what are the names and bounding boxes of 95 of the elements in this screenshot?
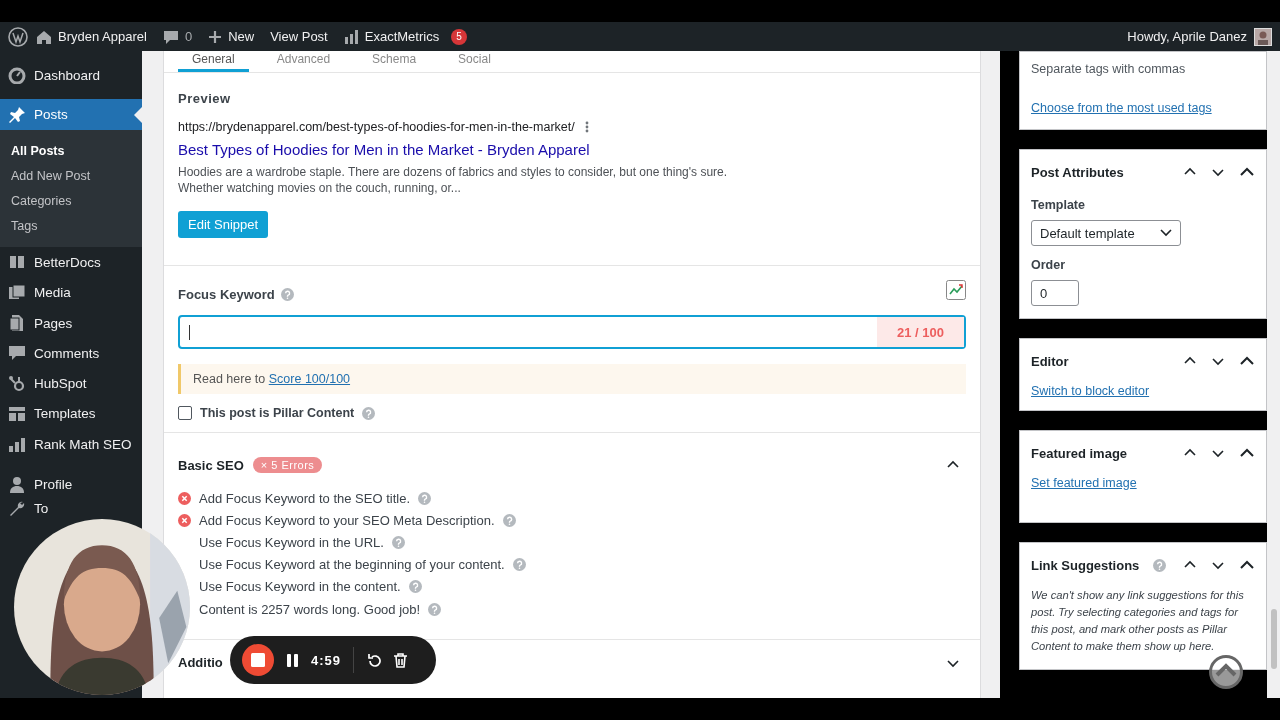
order-input[interactable]: 0	[1031, 280, 1079, 306]
box-title: Link Suggestions	[1031, 557, 1140, 573]
scroll-to-top-icon[interactable]	[1209, 655, 1243, 689]
seo-check-text: Use Focus Keyword in the URL.	[199, 534, 384, 550]
pause-icon[interactable]	[286, 652, 299, 668]
plus-icon	[208, 29, 223, 44]
layout-icon	[8, 404, 26, 423]
collapse-icon[interactable]	[1239, 355, 1255, 367]
submenu-item[interactable]: All Posts	[0, 139, 142, 165]
wordpress-logo-icon[interactable]	[8, 26, 28, 47]
tab[interactable]: General	[178, 52, 249, 72]
media-icon	[8, 283, 26, 302]
restart-icon[interactable]	[366, 652, 382, 668]
pages-icon	[8, 314, 26, 333]
notice-text: Read here to Score 100/100	[178, 364, 966, 394]
tab[interactable]: Schema	[358, 52, 431, 72]
user-avatar-icon[interactable]	[1254, 27, 1272, 46]
submenu-item[interactable]: Tags	[0, 214, 142, 240]
chevron-down-icon[interactable]	[1211, 166, 1225, 178]
section-heading: Additio	[178, 655, 223, 671]
link-suggestions-text: We can't show any link suggestions for this post. Try selecting categories and tags for this post, and mark other posts as Pillar Content to make them show up here.	[1031, 588, 1245, 654]
sidebar-menu-item[interactable]: Posts	[0, 99, 142, 131]
comment-bubble-icon	[8, 344, 26, 363]
wrench-icon	[8, 499, 26, 518]
collapse-icon[interactable]	[1239, 166, 1255, 178]
trash-icon[interactable]	[393, 652, 409, 668]
seo-check-text: Content is 2257 words long. Good job!	[199, 601, 421, 617]
user-icon	[8, 475, 26, 494]
new-link[interactable]: New	[200, 29, 263, 44]
sidebar-menu-item[interactable]: Profile	[0, 469, 142, 500]
gauge-icon	[8, 66, 26, 85]
submenu-item[interactable]: Categories	[0, 189, 142, 215]
site-name-link[interactable]: Bryden Apparel	[28, 28, 155, 45]
view-post-link[interactable]: View Post	[262, 29, 336, 44]
seo-check-text: Add Focus Keyword to your SEO Meta Description.	[199, 512, 495, 528]
box-title: Post Attributes	[1031, 164, 1124, 180]
stop-record-button[interactable]	[242, 644, 274, 676]
seo-check-text: Use Focus Keyword at the beginning of your content.	[199, 557, 505, 573]
comment-bubble-icon	[162, 28, 179, 45]
home-icon	[36, 28, 52, 45]
collapse-icon[interactable]	[1239, 447, 1255, 459]
error-icon	[178, 491, 191, 505]
scrollbar-thumb[interactable]	[1271, 609, 1277, 669]
checkbox[interactable]	[178, 406, 192, 420]
sidebar-menu-item[interactable]: Media	[0, 277, 142, 308]
preview-description: Whether watching movies on the couch, running, or...	[178, 180, 462, 196]
bar-chart-icon	[8, 435, 26, 454]
box-title: Featured image	[1031, 445, 1128, 461]
bar-chart-icon	[343, 28, 359, 45]
field-label: Template	[1031, 198, 1086, 212]
pushpin-icon	[8, 105, 26, 124]
most-used-tags-link[interactable]: Choose from the most used tags	[1031, 101, 1212, 115]
checkbox-label[interactable]: This post is Pillar Content	[200, 406, 355, 420]
template-select[interactable]: Default template	[1031, 220, 1181, 246]
preview-url: https://brydenapparel.com/best-types-of-hoodies-for-men-in-the-market/	[178, 120, 575, 134]
box-title: Editor	[1031, 353, 1069, 369]
score-link[interactable]: Score 100/100	[268, 372, 351, 386]
chevron-down-icon[interactable]	[1211, 559, 1225, 571]
recording-timer: 4:59	[311, 652, 342, 668]
preview-description: Hoodies are a wardrobe staple. There are dozens of fabrics and styles to consider, but one thing's sure.	[178, 164, 729, 180]
sidebar-menu-item[interactable]: Comments	[0, 338, 142, 369]
sidebar-menu-item[interactable]: Rank Math SEO	[0, 429, 142, 460]
section-heading: Basic SEO	[178, 457, 244, 473]
section-heading: Preview	[178, 91, 232, 106]
notification-badge: 5	[451, 28, 468, 45]
comments-link[interactable]: 0	[154, 28, 201, 45]
seo-check-text: Add Focus Keyword to the SEO title.	[199, 490, 410, 506]
chevron-down-icon[interactable]	[1211, 447, 1225, 459]
chevron-down-icon[interactable]	[1211, 355, 1225, 367]
sidebar-menu-item[interactable]: Templates	[0, 398, 142, 430]
seo-check-text: Use Focus Keyword in the content.	[199, 579, 401, 595]
sidebar-menu-item[interactable]: HubSpot	[0, 368, 142, 399]
more-options-icon[interactable]	[584, 121, 589, 133]
preview-title-link[interactable]: Best Types of Hoodies for Men in the Market - Bryden Apparel	[178, 141, 590, 158]
sidebar-menu-item[interactable]: Pages	[0, 307, 142, 339]
switch-editor-link[interactable]: Switch to block editor	[1031, 384, 1150, 398]
sidebar-menu-item[interactable]: Dashboard	[0, 60, 142, 91]
sidebar-menu-item[interactable]: To	[0, 499, 57, 518]
collapse-icon[interactable]	[1239, 559, 1255, 571]
tags-hint: Separate tags with commas	[1031, 62, 1187, 76]
tab[interactable]: Advanced	[262, 52, 345, 72]
tab[interactable]: Social	[444, 52, 505, 72]
user-greeting[interactable]: Howdy, Aprile Danez	[1127, 29, 1247, 44]
sprocket-icon	[8, 374, 26, 393]
error-count-badge: × 5 Errors	[252, 457, 323, 473]
set-featured-image-link[interactable]: Set featured image	[1031, 476, 1137, 490]
field-label: Focus Keyword	[178, 287, 275, 302]
trend-chart-icon[interactable]	[946, 280, 966, 300]
error-icon	[178, 513, 191, 527]
dropdown-caret-icon	[1160, 229, 1172, 237]
field-label: Order	[1031, 258, 1067, 272]
analytics-menu[interactable]: ExactMetrics 5	[335, 28, 476, 45]
submenu-item[interactable]: Add New Post	[0, 164, 142, 190]
keyword-score: 21 / 100	[877, 317, 964, 347]
sidebar-menu-item[interactable]: BetterDocs	[0, 247, 142, 278]
